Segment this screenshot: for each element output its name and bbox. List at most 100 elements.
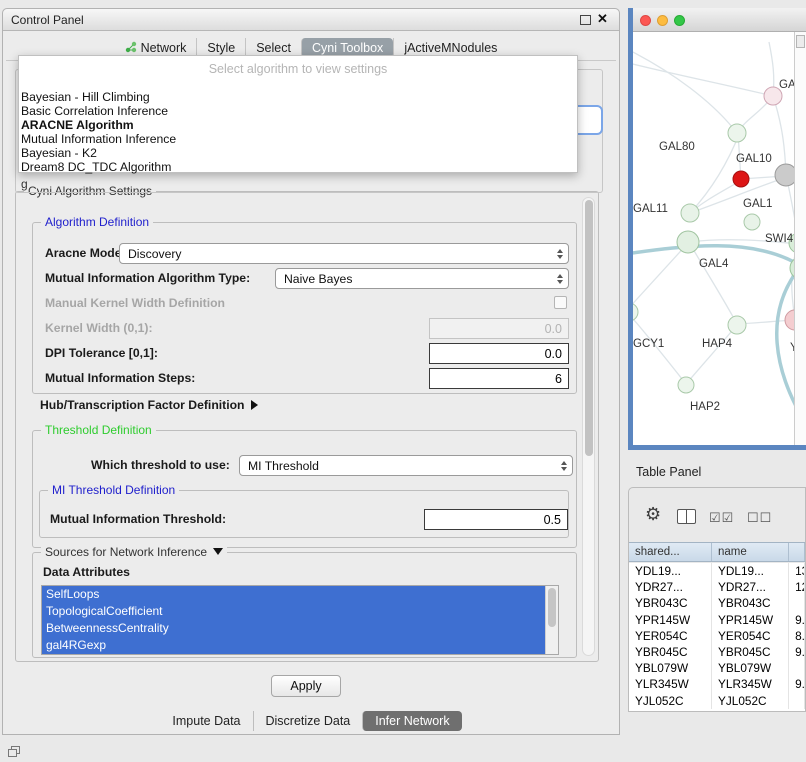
expand-arrow-icon (251, 400, 258, 410)
data-attributes-label: Data Attributes (43, 565, 130, 579)
unchecked-columns-icon[interactable]: ☐☐ (747, 510, 772, 526)
table-header[interactable]: shared...name (629, 542, 805, 562)
table-cell: YDR27... (712, 579, 789, 595)
restore-window-icon[interactable] (8, 746, 21, 758)
table-row[interactable]: YER054CYER054C8. (629, 628, 805, 644)
network-node[interactable] (678, 377, 694, 393)
table-row[interactable]: YJL052CYJL052C (629, 693, 805, 709)
bottom-tabs: Impute DataDiscretize DataInfer Network (3, 709, 619, 733)
network-node[interactable] (785, 310, 794, 330)
network-edge[interactable] (633, 48, 737, 133)
table-cell: 13 (789, 563, 805, 579)
bottom-tab-impute-data[interactable]: Impute Data (160, 711, 252, 731)
bottom-tab-infer-network[interactable]: Infer Network (362, 711, 461, 731)
bottom-tab-discretize-data[interactable]: Discretize Data (253, 711, 363, 731)
kernel-width-input (429, 318, 569, 339)
manual-kernel-checkbox[interactable] (554, 296, 567, 309)
attribute-item[interactable]: SelfLoops (42, 586, 545, 603)
network-edge[interactable] (686, 325, 737, 384)
algorithm-option[interactable]: ARACNE Algorithm (19, 118, 577, 132)
table-cell: 9. (789, 676, 805, 692)
algorithm-option[interactable]: Basic Correlation Inference (19, 104, 577, 118)
network-window-titlebar[interactable] (633, 8, 806, 32)
data-attributes-items: SelfLoopsTopologicalCoefficientBetweenne… (42, 586, 545, 654)
network-node-label: GAL4 (699, 258, 729, 270)
dpi-tolerance-input[interactable] (429, 343, 569, 364)
table-cell (789, 595, 805, 611)
table-row[interactable]: YDR27...YDR27...12 (629, 579, 805, 595)
network-node-label: SWI4 (765, 233, 794, 245)
table-cell: YBL079W (629, 660, 712, 676)
network-scrollbar[interactable] (794, 32, 806, 445)
dropdown-placeholder: Select algorithm to view settings (19, 62, 577, 76)
network-canvas[interactable]: GALGAL80GAL10GAL11GAL1SWI4GAL4GCY1HAP4HA… (633, 32, 794, 445)
table-row[interactable]: YBR045CYBR045C9. (629, 644, 805, 660)
algorithm-option[interactable]: Dream8 DC_TDC Algorithm (19, 160, 577, 174)
network-node[interactable] (728, 124, 746, 142)
close-icon[interactable]: ✕ (597, 11, 608, 27)
zoom-traffic-light-icon[interactable] (674, 15, 685, 26)
control-panel-title: Control Panel (11, 13, 84, 27)
mi-type-select[interactable]: Naive Bayes (275, 268, 569, 289)
control-panel-titlebar[interactable]: Control Panel ✕ (3, 9, 619, 31)
table-cell: YPR145W (629, 612, 712, 628)
attribute-item[interactable]: TopologicalCoefficient (42, 603, 545, 620)
hub-definition-label: Hub/Transcription Factor Definition (40, 398, 245, 412)
table-cell: YER054C (629, 628, 712, 644)
column-header[interactable]: name (712, 543, 789, 561)
columns-icon[interactable] (677, 509, 696, 524)
network-scrollbar-button[interactable] (796, 35, 805, 48)
network-edge[interactable] (773, 96, 786, 175)
algorithm-option[interactable]: Mutual Information Inference (19, 132, 577, 146)
algorithm-option[interactable]: Bayesian - Hill Climbing (19, 90, 577, 104)
table-rows[interactable]: YDL19...YDL19...13YDR27...YDR27...12YBR0… (629, 563, 805, 711)
table-row[interactable]: YLR345WYLR345W9. (629, 676, 805, 692)
combo-arrows-icon (556, 456, 572, 475)
algorithm-option[interactable]: Bayesian - K2 (19, 146, 577, 160)
list-scrollbar-thumb[interactable] (548, 588, 556, 627)
table-cell: YBR043C (712, 595, 789, 611)
gear-icon[interactable]: ⚙ (645, 504, 661, 525)
close-traffic-light-icon[interactable] (640, 15, 651, 26)
which-threshold-value: MI Threshold (240, 459, 556, 473)
table-row[interactable]: YDL19...YDL19...13 (629, 563, 805, 579)
network-node[interactable] (733, 171, 749, 187)
network-node-label: GAL11 (633, 203, 668, 215)
float-window-icon[interactable] (580, 15, 591, 25)
settings-scrollbar-thumb[interactable] (585, 200, 593, 456)
network-edge[interactable] (633, 62, 773, 96)
threshold-definition-title: Threshold Definition (41, 423, 156, 437)
column-header[interactable] (789, 543, 805, 561)
network-node[interactable] (633, 303, 638, 321)
list-scrollbar[interactable] (545, 586, 558, 654)
cyni-settings-group: Cyni Algorithm Settings Algorithm Defini… (15, 191, 599, 662)
table-row[interactable]: YPR145WYPR145W9. (629, 612, 805, 628)
settings-scrollbar[interactable] (582, 197, 595, 656)
network-edge[interactable] (689, 242, 737, 324)
which-threshold-select[interactable]: MI Threshold (239, 455, 573, 476)
mi-steps-input[interactable] (429, 368, 569, 389)
network-edge[interactable] (691, 132, 740, 212)
minimize-traffic-light-icon[interactable] (657, 15, 668, 26)
apply-button[interactable]: Apply (271, 675, 341, 697)
mi-type-value: Naive Bayes (276, 272, 552, 286)
network-node[interactable] (681, 204, 699, 222)
algorithm-definition-group: Algorithm Definition Aracne Mode: Discov… (32, 222, 577, 394)
network-node[interactable] (677, 231, 699, 253)
table-cell: YPR145W (712, 612, 789, 628)
attribute-item[interactable]: gal4RGexp (42, 637, 545, 654)
attribute-item[interactable]: BetweennessCentrality (42, 620, 545, 637)
network-node[interactable] (775, 164, 794, 186)
checked-columns-icon[interactable]: ☑☑ (709, 510, 734, 526)
hub-definition-toggle[interactable]: Hub/Transcription Factor Definition (40, 398, 258, 412)
table-row[interactable]: YBL079WYBL079W (629, 660, 805, 676)
column-header[interactable]: shared... (629, 543, 712, 561)
network-node[interactable] (744, 214, 760, 230)
table-row[interactable]: YBR043CYBR043C (629, 595, 805, 611)
sources-title[interactable]: Sources for Network Inference (41, 545, 227, 559)
aracne-mode-select[interactable]: Discovery (119, 243, 569, 264)
data-attributes-list[interactable]: SelfLoopsTopologicalCoefficientBetweenne… (41, 585, 559, 655)
network-node[interactable] (728, 316, 746, 334)
combo-arrows-icon (552, 269, 568, 288)
mi-threshold-input[interactable] (424, 509, 568, 530)
